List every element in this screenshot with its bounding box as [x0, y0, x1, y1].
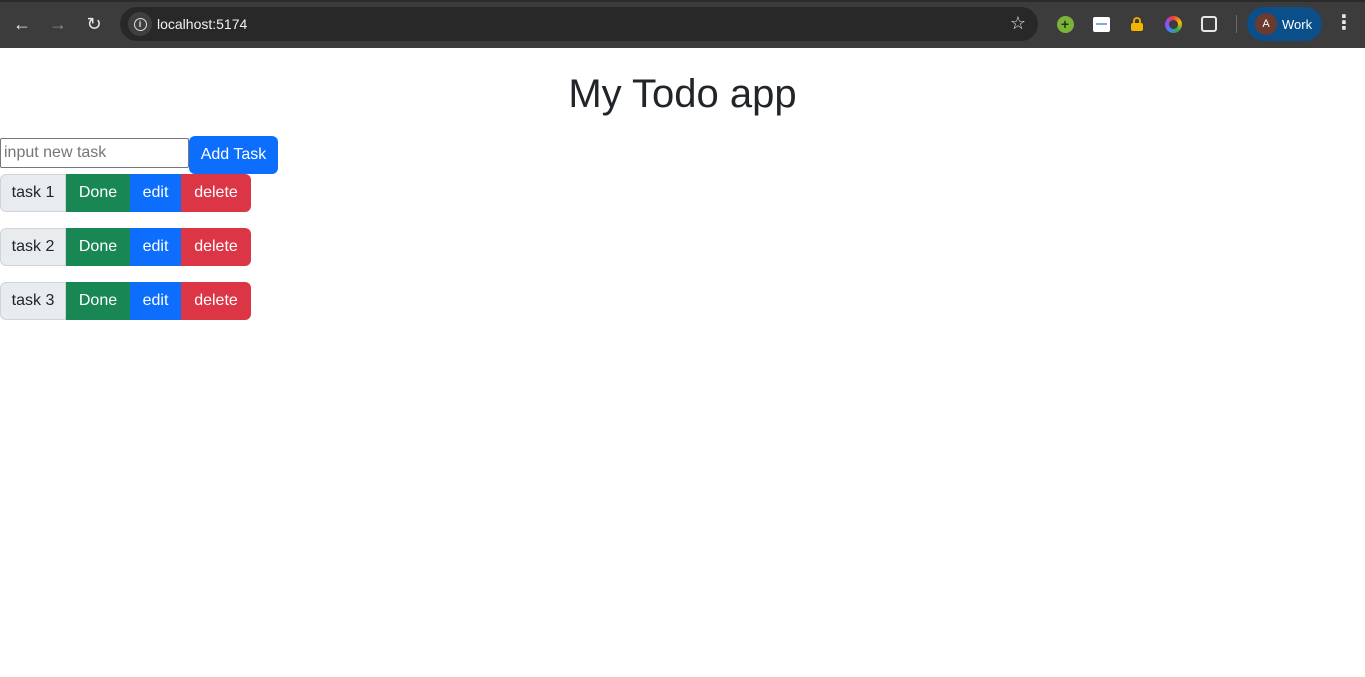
delete-button[interactable]: delete: [181, 174, 251, 212]
task-label: task 2: [0, 228, 66, 266]
done-button[interactable]: Done: [66, 174, 130, 212]
task-row: task 2 Done edit delete: [0, 228, 251, 266]
toolbar-divider: [1236, 15, 1237, 33]
extension-page-icon[interactable]: [1091, 14, 1111, 34]
task-label: task 3: [0, 282, 66, 320]
extension-lock-icon[interactable]: [1127, 14, 1147, 34]
done-button[interactable]: Done: [66, 228, 130, 266]
delete-button[interactable]: delete: [181, 228, 251, 266]
address-bar[interactable]: i localhost:5174 ☆: [120, 7, 1038, 41]
page-title: My Todo app: [568, 72, 797, 116]
edit-button[interactable]: edit: [130, 282, 181, 320]
extension-plus-icon[interactable]: +: [1055, 14, 1075, 34]
profile-label: Work: [1282, 16, 1313, 32]
extensions-puzzle-icon[interactable]: [1199, 14, 1219, 34]
edit-button[interactable]: edit: [130, 228, 181, 266]
delete-button[interactable]: delete: [181, 282, 251, 320]
edit-button[interactable]: edit: [130, 174, 181, 212]
kebab-menu-icon[interactable]: ⋮: [1334, 12, 1354, 36]
page-content: My Todo app Add Task task 1 Done edit de…: [0, 48, 1365, 677]
avatar: A: [1255, 13, 1277, 35]
profile-button[interactable]: A Work: [1247, 7, 1322, 41]
bookmark-star-icon[interactable]: ☆: [1010, 14, 1026, 32]
task-label: task 1: [0, 174, 66, 212]
extension-color-ring-icon[interactable]: [1163, 14, 1183, 34]
reload-icon[interactable]: ↻: [76, 6, 112, 42]
task-row: task 3 Done edit delete: [0, 282, 251, 320]
new-task-input[interactable]: [0, 138, 189, 168]
site-info-icon[interactable]: i: [128, 12, 152, 36]
task-row: task 1 Done edit delete: [0, 174, 251, 212]
tab-strip: [0, 0, 1365, 2]
url-text[interactable]: localhost:5174: [157, 16, 247, 32]
browser-toolbar: ← → ↻ i localhost:5174 ☆ + A Work ⋮: [0, 0, 1365, 48]
forward-icon[interactable]: →: [40, 6, 76, 42]
done-button[interactable]: Done: [66, 282, 130, 320]
back-icon[interactable]: ←: [4, 6, 40, 42]
add-task-button[interactable]: Add Task: [189, 136, 278, 174]
